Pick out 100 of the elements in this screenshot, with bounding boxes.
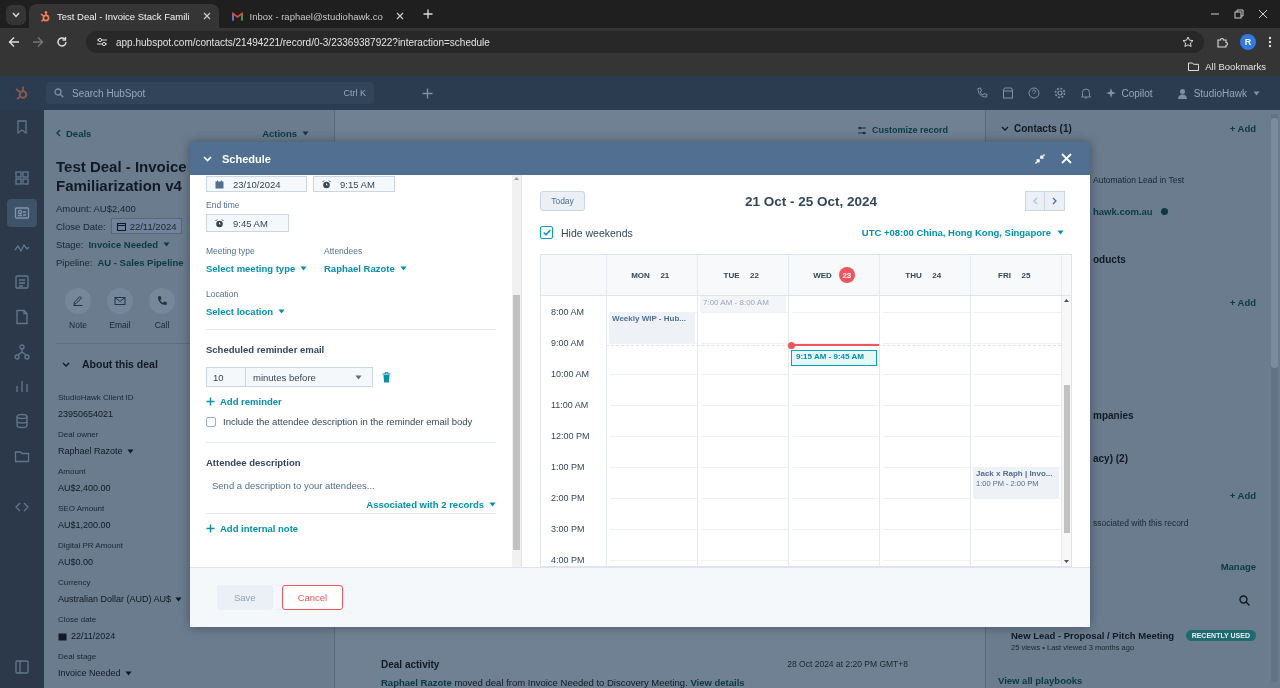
search-field[interactable]: Search HubSpot Ctrl K	[46, 82, 374, 104]
star-icon[interactable]	[1182, 36, 1194, 48]
location-dropdown[interactable]: Select location	[206, 306, 286, 317]
day-name: MON	[631, 270, 650, 280]
settings-icon[interactable]	[1053, 87, 1066, 99]
dot-icon	[1160, 207, 1168, 215]
time-field[interactable]: 9:15 AM	[313, 176, 395, 192]
action-button[interactable]	[149, 288, 175, 314]
field-value: AU$0.00	[58, 556, 94, 569]
account-menu[interactable]: StudioHawk	[1176, 87, 1260, 99]
add-link[interactable]: + Add	[1229, 296, 1256, 308]
section-heading: mpanies	[1093, 409, 1134, 421]
browser-tab[interactable]: Inbox - raphael@studiohawk.co	[221, 4, 412, 28]
add-note-link[interactable]: Add internal note	[206, 523, 299, 534]
scrollbar[interactable]	[1061, 296, 1071, 566]
avatar-icon	[1176, 87, 1188, 99]
add-link[interactable]: + Add	[1229, 122, 1256, 134]
select-field[interactable]: Invoice Needed	[58, 664, 132, 682]
reminder-unit-dropdown[interactable]: minutes before	[246, 367, 373, 387]
field-label: Stage:	[56, 238, 84, 250]
actions-menu[interactable]: Actions	[262, 127, 309, 139]
action-button[interactable]	[107, 288, 133, 314]
address-bar[interactable]: app.hubspot.com/contacts/21494221/record/0-3/23369387922?interaction=schedule	[86, 31, 1204, 53]
new-event-block[interactable]: 9:15 AM - 9:45 AM	[791, 350, 877, 366]
add-link[interactable]: Manage	[1220, 560, 1256, 572]
playbooks-link[interactable]: View all playbooks	[998, 674, 1083, 686]
sidebar-item[interactable]	[7, 199, 37, 227]
search-input[interactable]: Search HubSpot	[72, 87, 336, 99]
date-field[interactable]: 22/11/2024	[110, 218, 183, 234]
customize-record-link[interactable]: Customize record	[856, 125, 948, 135]
field-label: SEO Amount	[58, 503, 105, 515]
restore-icon[interactable]	[1234, 9, 1244, 19]
hour-label: 4:00 PM	[551, 553, 585, 566]
network-icon	[13, 343, 31, 361]
collapse-icon[interactable]	[1035, 153, 1045, 164]
help-icon[interactable]	[1027, 87, 1040, 99]
tune-icon[interactable]	[96, 37, 108, 47]
trash-icon[interactable]	[382, 371, 391, 383]
store-icon[interactable]	[1001, 87, 1014, 99]
checkbox-label: Include the attendee description in the reminder email body	[223, 416, 473, 427]
hour-label: 2:00 PM	[551, 491, 585, 504]
select-field[interactable]: Raphael Razote	[58, 442, 134, 460]
bookmarks-folder[interactable]: All Bookmarks	[1188, 60, 1266, 72]
back-link[interactable]: Deals	[56, 127, 92, 139]
phone-icon[interactable]	[975, 87, 988, 99]
bell-icon[interactable]	[1079, 87, 1092, 99]
copilot-button[interactable]: Copilot	[1105, 87, 1153, 99]
close-icon[interactable]	[202, 12, 211, 20]
add-reminder-link[interactable]: Add reminder	[206, 396, 282, 407]
chevron-down-icon[interactable]	[62, 361, 70, 367]
section-heading: oducts	[1093, 253, 1126, 265]
browser-tab[interactable]: Test Deal - Invoice Stack Famili	[29, 4, 219, 28]
description-field[interactable]: Send a description to your attendees...	[206, 480, 496, 491]
user-link[interactable]: Raphael Razote	[381, 677, 452, 688]
hour-label: 10:00 AM	[551, 367, 590, 380]
caret-icon	[302, 130, 309, 136]
date-field[interactable]: 23/10/2024	[206, 176, 307, 192]
reminder-amount-field[interactable]: 10	[206, 367, 246, 387]
pipeline-link[interactable]: AU - Sales Pipeline	[97, 256, 184, 268]
profile-avatar[interactable]: R	[1240, 34, 1256, 50]
timezone-dropdown[interactable]: UTC +08:00 China, Hong Kong, Singapore	[861, 227, 1064, 238]
scrollbar[interactable]	[1271, 114, 1278, 682]
attendees-dropdown[interactable]: Raphael Razote	[324, 263, 407, 274]
sparkle-icon	[1105, 88, 1116, 98]
time-field[interactable]: 9:45 AM	[206, 214, 289, 232]
forward-icon[interactable]	[32, 36, 44, 48]
chevron-down-icon[interactable]	[1001, 125, 1009, 131]
back-icon[interactable]	[8, 36, 20, 48]
tab-search-button[interactable]	[6, 5, 26, 25]
day-date: 25	[1020, 269, 1032, 282]
calendar-event[interactable]: Weekly WIP - Hub...	[609, 311, 695, 343]
checkbox[interactable]	[540, 226, 553, 239]
close-icon[interactable]	[1258, 9, 1268, 19]
email-link[interactable]: hawk.com.au	[1093, 205, 1153, 217]
activity-timestamp: 28 Oct 2024 at 2:20 PM GMT+8	[787, 659, 908, 669]
playbook-title[interactable]: New Lead - Proposal / Pitch Meeting	[1011, 629, 1175, 641]
action-button[interactable]	[65, 288, 91, 314]
hour-label: 12:00 PM	[551, 429, 590, 442]
cancel-button[interactable]: Cancel	[281, 585, 344, 610]
alarm-clock-icon	[322, 179, 331, 189]
checkbox[interactable]	[206, 416, 216, 427]
search-icon[interactable]	[1239, 594, 1250, 606]
reload-icon[interactable]	[56, 36, 68, 48]
hour-label: 9:00 AM	[551, 336, 585, 349]
add-link[interactable]: + Add	[1229, 489, 1256, 501]
meeting-type-dropdown[interactable]: Select meeting type	[206, 263, 308, 274]
hour-label: 11:00 AM	[551, 398, 589, 411]
close-icon[interactable]	[395, 12, 404, 20]
sprocket-icon[interactable]	[14, 85, 30, 101]
select-field[interactable]: Australian Dollar (AUD) AU$	[58, 590, 183, 608]
today-button[interactable]: Today	[540, 191, 585, 211]
view-details-link[interactable]: View details	[690, 677, 745, 688]
field-label: Deal owner	[58, 429, 99, 441]
scrollbar[interactable]	[512, 175, 521, 567]
calendar-event[interactable]: 7:00 AM - 8:00 AM	[700, 296, 786, 312]
puzzle-icon[interactable]	[1216, 36, 1228, 48]
date-field[interactable]: 22/11/2024	[58, 627, 116, 645]
more-icon[interactable]	[1268, 36, 1272, 48]
associated-records-dropdown[interactable]: Associated with 2 records	[366, 499, 496, 510]
stage-dropdown[interactable]: Invoice Needed	[88, 238, 171, 250]
